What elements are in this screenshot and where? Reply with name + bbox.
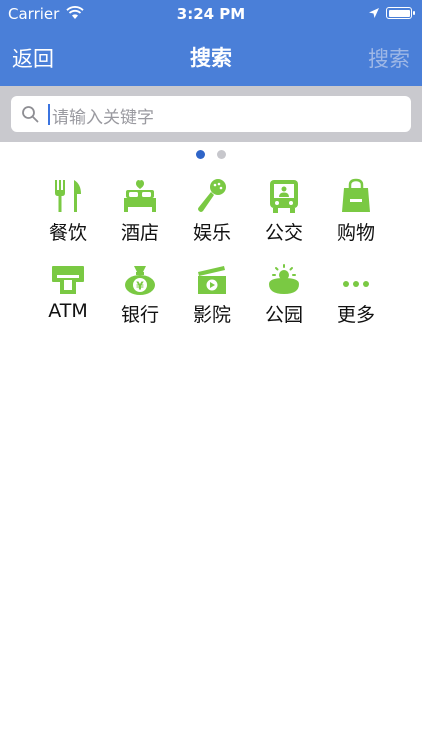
- page-dot-2[interactable]: [217, 150, 226, 159]
- header: Carrier 3:24 PM 返回 搜索 搜索: [0, 0, 422, 86]
- category-label: 更多: [336, 304, 375, 326]
- category-more[interactable]: 更多: [320, 264, 392, 334]
- money-bag-icon: ¥: [125, 266, 155, 295]
- text-caret: [48, 104, 50, 125]
- clock: 3:24 PM: [176, 5, 246, 23]
- shopping-bag-icon: [342, 178, 370, 212]
- category-label: 餐饮: [48, 222, 87, 244]
- park-sun-icon: [269, 264, 299, 294]
- battery-icon: [386, 7, 415, 19]
- svg-text:¥: ¥: [136, 280, 144, 293]
- category-dining[interactable]: 餐饮: [32, 178, 104, 248]
- search-placeholder: 请输入关键字: [52, 108, 154, 128]
- fork-knife-icon: [55, 180, 81, 212]
- microphone-icon: [198, 179, 226, 212]
- page-indicator[interactable]: [0, 150, 422, 160]
- category-bank[interactable]: ¥ 银行: [104, 264, 176, 334]
- search-icon: [22, 106, 39, 123]
- location-arrow-icon: [369, 8, 379, 18]
- category-atm[interactable]: ATM: [32, 264, 104, 334]
- search-input[interactable]: 请输入关键字: [11, 96, 411, 132]
- category-label: 影院: [192, 304, 231, 326]
- bus-icon: [270, 180, 298, 213]
- category-hotel[interactable]: 酒店: [104, 178, 176, 248]
- nav-bar: 返回 搜索 搜索: [0, 30, 422, 82]
- category-shopping[interactable]: 购物: [320, 178, 392, 248]
- clapperboard-icon: [198, 266, 226, 294]
- category-label: 银行: [120, 304, 159, 326]
- page-dot-1[interactable]: [196, 150, 205, 159]
- page-title: 搜索: [190, 46, 232, 70]
- category-label: 购物: [336, 222, 375, 244]
- atm-icon: [52, 266, 84, 294]
- search-bar: 请输入关键字: [0, 86, 422, 142]
- category-label: ATM: [48, 300, 88, 322]
- more-dots-icon: [343, 281, 369, 287]
- hotel-bed-icon: [124, 180, 156, 212]
- search-button[interactable]: 搜索: [368, 43, 410, 73]
- category-entertainment[interactable]: 娱乐: [176, 178, 248, 248]
- category-label: 公园: [264, 304, 303, 326]
- category-cinema[interactable]: 影院: [176, 264, 248, 334]
- category-park[interactable]: 公园: [248, 264, 320, 334]
- category-bus[interactable]: 公交: [248, 178, 320, 248]
- category-label: 娱乐: [192, 222, 231, 244]
- status-bar: Carrier 3:24 PM: [0, 0, 422, 28]
- category-label: 酒店: [120, 222, 159, 244]
- category-label: 公交: [264, 222, 303, 244]
